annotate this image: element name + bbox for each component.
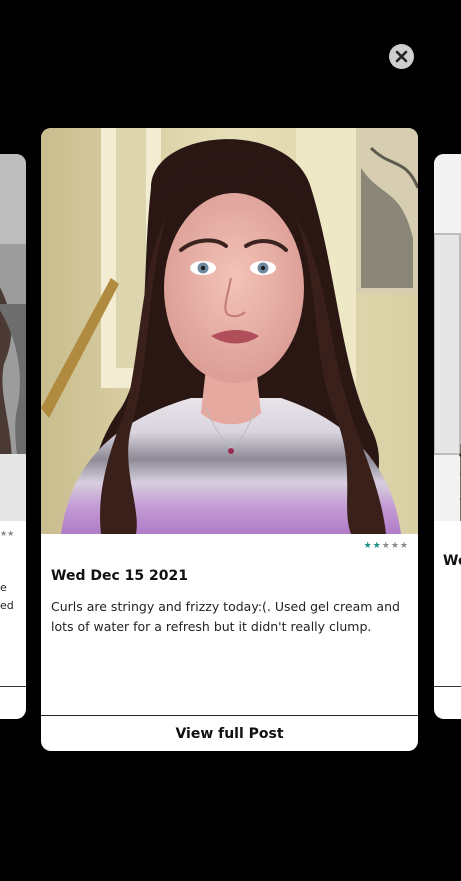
star-empty-icon: ★	[390, 541, 399, 551]
close-icon	[395, 50, 408, 63]
star-filled-icon: ★	[372, 541, 381, 551]
post-body: Curls are stringy and frizzy today:(. Us…	[51, 599, 400, 634]
next-post-date: We	[443, 553, 461, 569]
next-post-photo	[434, 154, 461, 521]
next-post-divider	[434, 686, 461, 687]
previous-post-photo	[0, 154, 26, 521]
post-date: Wed Dec 15 2021	[51, 568, 188, 584]
close-button[interactable]	[389, 44, 414, 69]
previous-post-card[interactable]: ★★ e ed	[0, 154, 26, 719]
post-photo[interactable]	[41, 128, 418, 534]
star-empty-icon: ★	[381, 541, 390, 551]
post-viewer-overlay: ★★ e ed We	[0, 0, 461, 881]
post-rating: ★ ★ ★ ★ ★	[364, 541, 408, 551]
previous-post-body: e ed	[0, 581, 14, 612]
post-card: ★ ★ ★ ★ ★ Wed Dec 15 2021 Curls are stringy …	[41, 128, 418, 751]
star-filled-icon: ★	[363, 541, 372, 551]
star-empty-icon: ★	[399, 541, 408, 551]
previous-post-divider	[0, 686, 26, 687]
previous-post-rating: ★★	[0, 529, 14, 538]
star-icon: ★	[7, 529, 15, 538]
view-full-post-button[interactable]: View full Post	[41, 716, 418, 751]
next-post-card[interactable]: We	[434, 154, 461, 719]
